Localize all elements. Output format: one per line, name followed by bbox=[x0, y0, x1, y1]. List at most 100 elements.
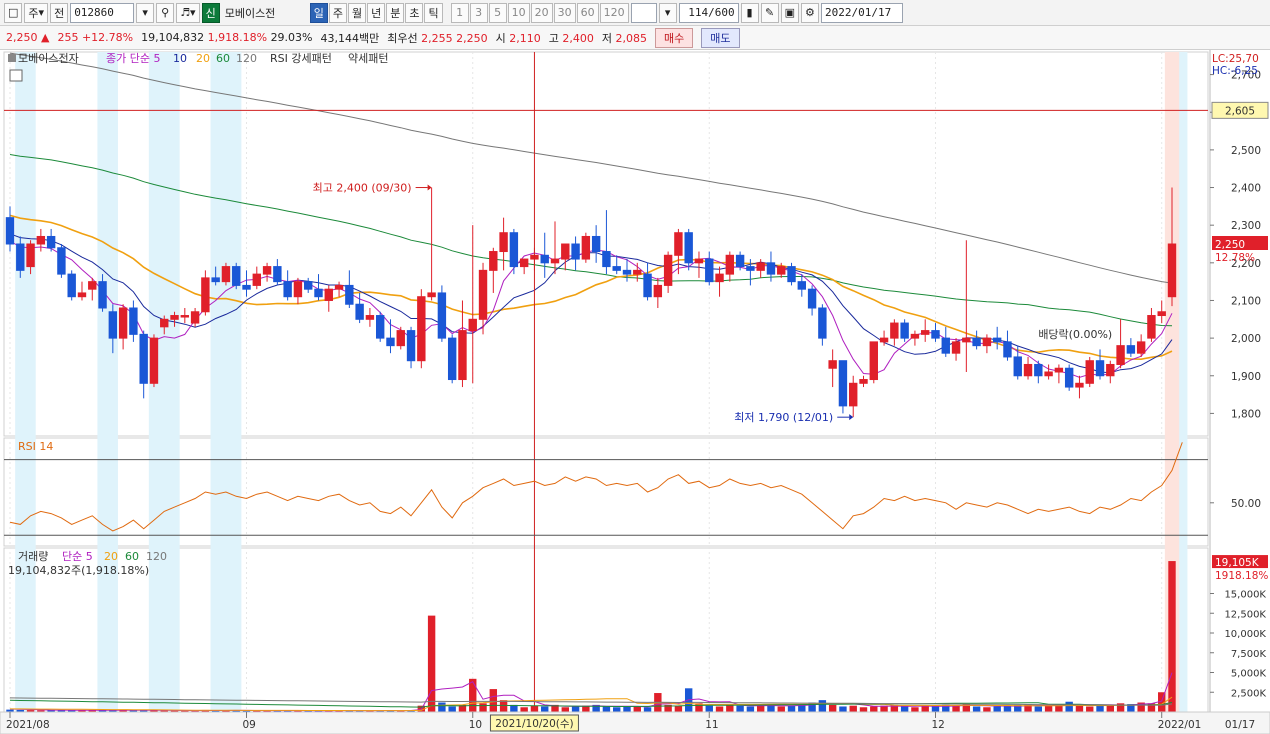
candle-body[interactable] bbox=[663, 254, 673, 286]
candle-body[interactable] bbox=[314, 288, 323, 298]
chart-canvas[interactable]: 2,7002,6002,5002,4002,3002,2002,1002,000… bbox=[0, 50, 1270, 734]
search-icon[interactable]: ⚲ bbox=[156, 2, 175, 23]
volume-bar[interactable] bbox=[715, 706, 724, 712]
volume-bar[interactable] bbox=[499, 700, 508, 712]
candle-body[interactable] bbox=[1147, 315, 1156, 339]
volume-bar[interactable] bbox=[1086, 706, 1094, 712]
candle-body[interactable] bbox=[160, 318, 169, 328]
candle-body[interactable] bbox=[818, 307, 827, 339]
volume-bar[interactable] bbox=[674, 705, 683, 712]
candle-body[interactable] bbox=[458, 330, 467, 381]
candle-body[interactable] bbox=[304, 281, 313, 290]
candle-body[interactable] bbox=[499, 232, 508, 253]
candle-body[interactable] bbox=[777, 266, 786, 275]
volume-bar[interactable] bbox=[623, 706, 631, 712]
candle-body[interactable] bbox=[941, 337, 950, 354]
interval-button-5[interactable]: 5 bbox=[488, 2, 507, 23]
gear-icon[interactable]: ⚙ bbox=[800, 2, 819, 23]
volume-bar[interactable] bbox=[952, 705, 960, 712]
candle-body[interactable] bbox=[262, 266, 272, 275]
candle-body[interactable] bbox=[139, 333, 148, 384]
interval-button-10[interactable]: 10 bbox=[507, 2, 530, 23]
volume-bar[interactable] bbox=[1168, 561, 1176, 712]
volume-bar[interactable] bbox=[921, 705, 929, 712]
candle-body[interactable] bbox=[982, 337, 992, 347]
volume-bar[interactable] bbox=[746, 706, 755, 712]
volume-bar[interactable] bbox=[541, 706, 549, 712]
candle-body[interactable] bbox=[705, 258, 714, 283]
candle-body[interactable] bbox=[766, 262, 776, 275]
interval-button-3[interactable]: 3 bbox=[469, 2, 488, 23]
candle-body[interactable] bbox=[77, 292, 87, 298]
candle-body[interactable] bbox=[540, 254, 549, 264]
candle-body[interactable] bbox=[838, 360, 848, 407]
volume-bar[interactable] bbox=[561, 707, 569, 712]
candle-body[interactable] bbox=[509, 232, 519, 268]
candle-body[interactable] bbox=[756, 262, 765, 271]
volume-bar[interactable] bbox=[469, 678, 477, 712]
interval-button-60[interactable]: 60 bbox=[576, 2, 599, 23]
candle-body[interactable] bbox=[386, 337, 395, 347]
candle-body[interactable] bbox=[849, 382, 858, 407]
volume-bar[interactable] bbox=[613, 707, 621, 712]
volume-bar[interactable] bbox=[1096, 705, 1104, 712]
candle-body[interactable] bbox=[468, 318, 477, 332]
candle-body[interactable] bbox=[694, 258, 704, 264]
candle-body[interactable] bbox=[859, 379, 868, 384]
chart-area[interactable]: 2,7002,6002,5002,4002,3002,2002,1002,000… bbox=[0, 50, 1270, 734]
candle-body[interactable] bbox=[201, 277, 210, 313]
candle-body[interactable] bbox=[108, 311, 118, 339]
candle-body[interactable] bbox=[921, 330, 930, 335]
candle-body[interactable] bbox=[869, 341, 878, 381]
candle-body[interactable] bbox=[293, 281, 303, 298]
candle-body[interactable] bbox=[57, 247, 66, 275]
candle-type-icon[interactable]: ▮ bbox=[740, 2, 759, 23]
candle-body[interactable] bbox=[962, 337, 971, 343]
volume-bar[interactable] bbox=[849, 705, 857, 712]
volume-bar[interactable] bbox=[705, 705, 713, 712]
candle-body[interactable] bbox=[118, 307, 128, 339]
interval-button-30[interactable]: 30 bbox=[553, 2, 576, 23]
candle-body[interactable] bbox=[67, 273, 76, 298]
candle-body[interactable] bbox=[591, 235, 601, 253]
candle-body[interactable] bbox=[396, 330, 405, 347]
volume-bar[interactable] bbox=[1055, 705, 1063, 712]
candle-body[interactable] bbox=[334, 284, 344, 290]
speaker-icon[interactable]: ♬▾ bbox=[176, 2, 200, 23]
candle-body[interactable] bbox=[324, 288, 333, 301]
candle-body[interactable] bbox=[36, 235, 46, 245]
candle-body[interactable] bbox=[427, 292, 436, 298]
candle-body[interactable] bbox=[180, 315, 190, 318]
table-icon[interactable] bbox=[9, 69, 23, 82]
interval-button-20[interactable]: 20 bbox=[530, 2, 553, 23]
period-tab-3[interactable]: 년 bbox=[367, 2, 386, 23]
candle-body[interactable] bbox=[88, 281, 97, 290]
candle-body[interactable] bbox=[1003, 341, 1012, 358]
volume-bar[interactable] bbox=[520, 707, 528, 712]
volume-bar[interactable] bbox=[993, 706, 1001, 712]
candle-body[interactable] bbox=[417, 296, 426, 362]
candle-body[interactable] bbox=[561, 243, 570, 260]
candle-body[interactable] bbox=[252, 273, 261, 286]
candle-body[interactable] bbox=[1136, 341, 1146, 354]
candle-body[interactable] bbox=[46, 235, 56, 249]
candle-body[interactable] bbox=[1044, 371, 1053, 377]
code-dropdown-icon[interactable]: ▾ bbox=[136, 2, 155, 23]
candle-body[interactable] bbox=[190, 311, 200, 324]
period-tab-5[interactable]: 초 bbox=[405, 2, 424, 23]
candle-body[interactable] bbox=[992, 337, 1002, 343]
candle-body[interactable] bbox=[1157, 311, 1166, 317]
candle-body[interactable] bbox=[828, 360, 837, 369]
mode-select[interactable]: 주 ▾ bbox=[24, 2, 49, 23]
candle-body[interactable] bbox=[1075, 382, 1084, 388]
candle-body[interactable] bbox=[797, 281, 807, 290]
candle-body[interactable] bbox=[211, 277, 220, 283]
candle-body[interactable] bbox=[1167, 243, 1177, 298]
candle-body[interactable] bbox=[715, 273, 724, 283]
count-input[interactable]: 114/600 bbox=[678, 2, 739, 23]
candle-body[interactable] bbox=[489, 251, 498, 271]
candle-body[interactable] bbox=[406, 330, 416, 362]
candle-body[interactable] bbox=[787, 266, 796, 283]
candle-body[interactable] bbox=[437, 292, 447, 339]
volume-bar[interactable] bbox=[427, 615, 436, 712]
